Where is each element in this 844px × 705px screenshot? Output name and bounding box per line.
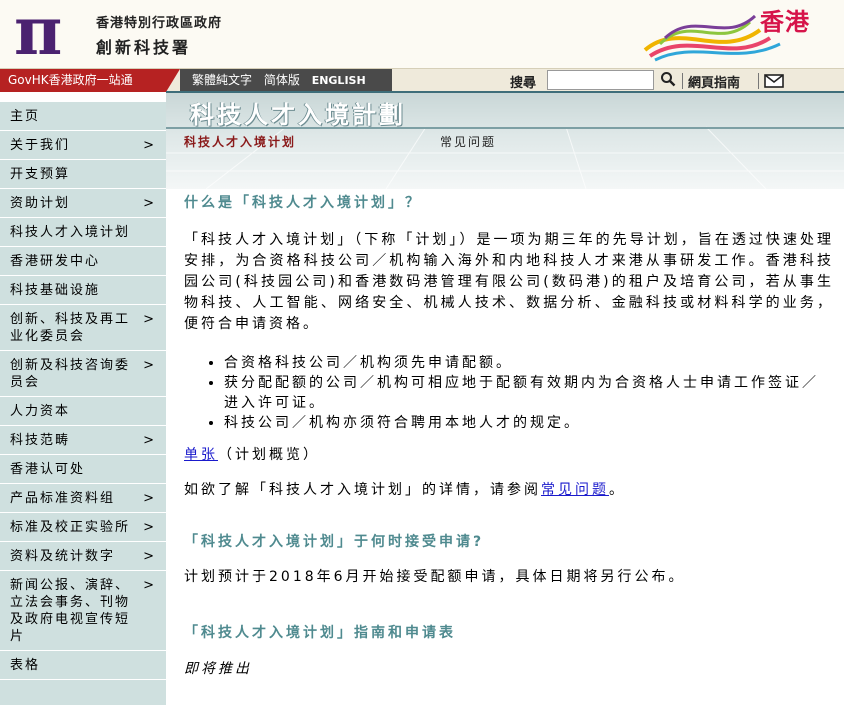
sidebar-item-label: 香港研发中心 (10, 254, 101, 269)
sidebar-item-label: 资助计划 (10, 196, 71, 211)
sidebar-item-label: 创新、科技及再工业化委员会 (10, 312, 131, 344)
search-label: 搜尋 (510, 76, 537, 91)
language-switcher: 繁體純文字 简体版 ENGLISH (180, 69, 392, 92)
intro-paragraph: 「科技人才入境计划」（下称「计划」）是一项为期三年的先导计划，旨在透过快速处理安… (184, 232, 834, 332)
sidebar-item-label: 人力资本 (10, 404, 71, 419)
search-icon (661, 72, 676, 87)
sidebar-item-label: 香港认可处 (10, 462, 86, 477)
nav-separator (682, 73, 683, 89)
sidebar-item[interactable]: 开支预算 (0, 160, 166, 189)
lang-english[interactable]: ENGLISH (312, 74, 366, 87)
site-header: π 香港特別行政區政府 創新科技署 香港 (0, 0, 844, 68)
lang-simplified[interactable]: 简体版 (264, 73, 300, 87)
sidebar-item[interactable]: 科技人才入境计划 (0, 218, 166, 247)
govhk-slant-decoration (166, 69, 180, 92)
department-name[interactable]: 創新科技署 (96, 34, 191, 58)
faq-line: 如欲了解「科技人才入境计划」的详情，请参阅常见问题。 (184, 480, 834, 501)
chevron-right-icon: > (143, 520, 154, 535)
sidebar-item[interactable]: 标准及校正实验所 > (0, 513, 166, 542)
leaflet-link[interactable]: 单张 (184, 447, 218, 463)
sidebar-item-label: 创新及科技咨询委员会 (10, 358, 131, 390)
requirements-list: 合资格科技公司／机构须先申请配额。 获分配配额的公司／机构可相应地于配额有效期内… (206, 353, 834, 433)
section-heading-guide: 「科技人才入境计划」指南和申请表 (184, 625, 456, 641)
sidebar-menu: 主页关于我们 > 开支预算资助计划 > 科技人才入境计划 香港研发中心 科技基础设施创新、科… (0, 102, 166, 705)
chevron-right-icon: > (143, 138, 154, 153)
faq-link[interactable]: 常见问题 (541, 482, 609, 498)
list-item: 获分配配额的公司／机构可相应地于配额有效期内为合资格人士申请工作签证／进入许可证… (224, 373, 834, 413)
sidebar-item-label: 关于我们 (10, 138, 71, 153)
faq-prefix: 如欲了解「科技人才入境计划」的详情，请参阅 (184, 482, 541, 498)
sidebar-item-label: 科技人才入境计划 (10, 225, 131, 240)
brand-hong-kong-text: 香港 (760, 8, 810, 36)
page-title: 科技人才入境計劃 (190, 101, 406, 129)
sidebar-item-label: 资料及统计数字 (10, 549, 116, 564)
chevron-right-icon: > (143, 578, 154, 593)
faq-suffix: 。 (609, 482, 626, 498)
chevron-right-icon: > (143, 196, 154, 211)
top-navigation-bar: GovHK香港政府一站通 繁體純文字 简体版 ENGLISH 搜尋 網頁指南 (0, 68, 844, 92)
sidebar-item-label: 主页 (10, 109, 41, 124)
sidebar-item[interactable]: 关于我们 > (0, 131, 166, 160)
sidebar-item[interactable]: 创新及科技咨询委员会 > (0, 351, 166, 397)
sidebar-item[interactable]: 资助计划 > (0, 189, 166, 218)
sidebar-item[interactable]: 人力资本 (0, 397, 166, 426)
sidebar-item[interactable]: 科技基础设施 (0, 276, 166, 305)
sidebar-item[interactable]: 创新、科技及再工业化委员会 > (0, 305, 166, 351)
govhk-link[interactable]: GovHK香港政府一站通 (0, 69, 166, 92)
banner-divider (166, 127, 844, 129)
chevron-right-icon: > (143, 312, 154, 327)
tab-tech-talent-scheme[interactable]: 科技人才入境计划 (184, 133, 296, 150)
sidebar-item-label: 科技范畴 (10, 433, 71, 448)
lang-traditional-text-only[interactable]: 繁體純文字 (192, 73, 252, 87)
sidebar-item[interactable]: 科技范畴 > (0, 426, 166, 455)
hong-kong-brand-icon[interactable] (640, 0, 840, 66)
main-content: 什么是「科技人才入境计划」？ 「科技人才入境计划」（下称「计划」）是一项为期三年… (184, 192, 834, 678)
chevron-right-icon: > (143, 491, 154, 506)
sidebar-item-label: 产品标准资料组 (10, 491, 116, 506)
tab-faq[interactable]: 常见问题 (440, 133, 496, 150)
government-name: 香港特別行政區政府 (96, 16, 223, 31)
section-heading-what-is: 什么是「科技人才入境计划」？ (184, 195, 422, 211)
chevron-right-icon: > (143, 358, 154, 373)
page-banner: 科技人才入境計劃 科技人才入境计划 常见问题 (166, 93, 844, 189)
sidebar-item[interactable]: 新闻公报、演辞、立法会事务、刊物及政府电视宣传短片 > (0, 571, 166, 651)
search-input[interactable] (547, 70, 654, 90)
sidebar-item[interactable]: 香港认可处 (0, 455, 166, 484)
sidebar-item-label: 标准及校正实验所 (10, 520, 131, 535)
sidebar-item[interactable]: 表格 (0, 651, 166, 680)
sidebar-item-label: 科技基础设施 (10, 283, 101, 298)
search-button[interactable] (658, 71, 678, 90)
chevron-right-icon: > (143, 549, 154, 564)
sidebar-item-label: 新闻公报、演辞、立法会事务、刊物及政府电视宣传短片 (10, 578, 131, 644)
sidebar-item-label: 开支预算 (10, 167, 71, 182)
leaflet-note: （计划概览） (218, 447, 320, 463)
chevron-right-icon: > (143, 433, 154, 448)
section-heading-when: 「科技人才入境计划」于何时接受申请? (184, 534, 485, 550)
coming-soon-text: 即将推出 (184, 661, 252, 677)
leaflet-line: 单张（计划概览） (184, 445, 834, 466)
sidebar-item-label: 表格 (10, 658, 41, 673)
mail-icon[interactable] (764, 74, 784, 88)
list-item: 合资格科技公司／机构须先申请配额。 (224, 353, 834, 373)
sidebar-item[interactable]: 主页 (0, 102, 166, 131)
application-date-paragraph: 计划预计于2018年6月开始接受配额申请，具体日期将另行公布。 (184, 569, 686, 585)
sidebar-item[interactable]: 资料及统计数字 > (0, 542, 166, 571)
pi-logo-icon[interactable]: π (14, 0, 86, 68)
sidebar-item[interactable]: 香港研发中心 (0, 247, 166, 276)
list-item: 科技公司／机构亦须符合聘用本地人才的规定。 (224, 413, 834, 433)
nav-separator (758, 73, 759, 89)
sitemap-link[interactable]: 網頁指南 (688, 72, 740, 91)
sidebar-item[interactable]: 产品标准资料组 > (0, 484, 166, 513)
